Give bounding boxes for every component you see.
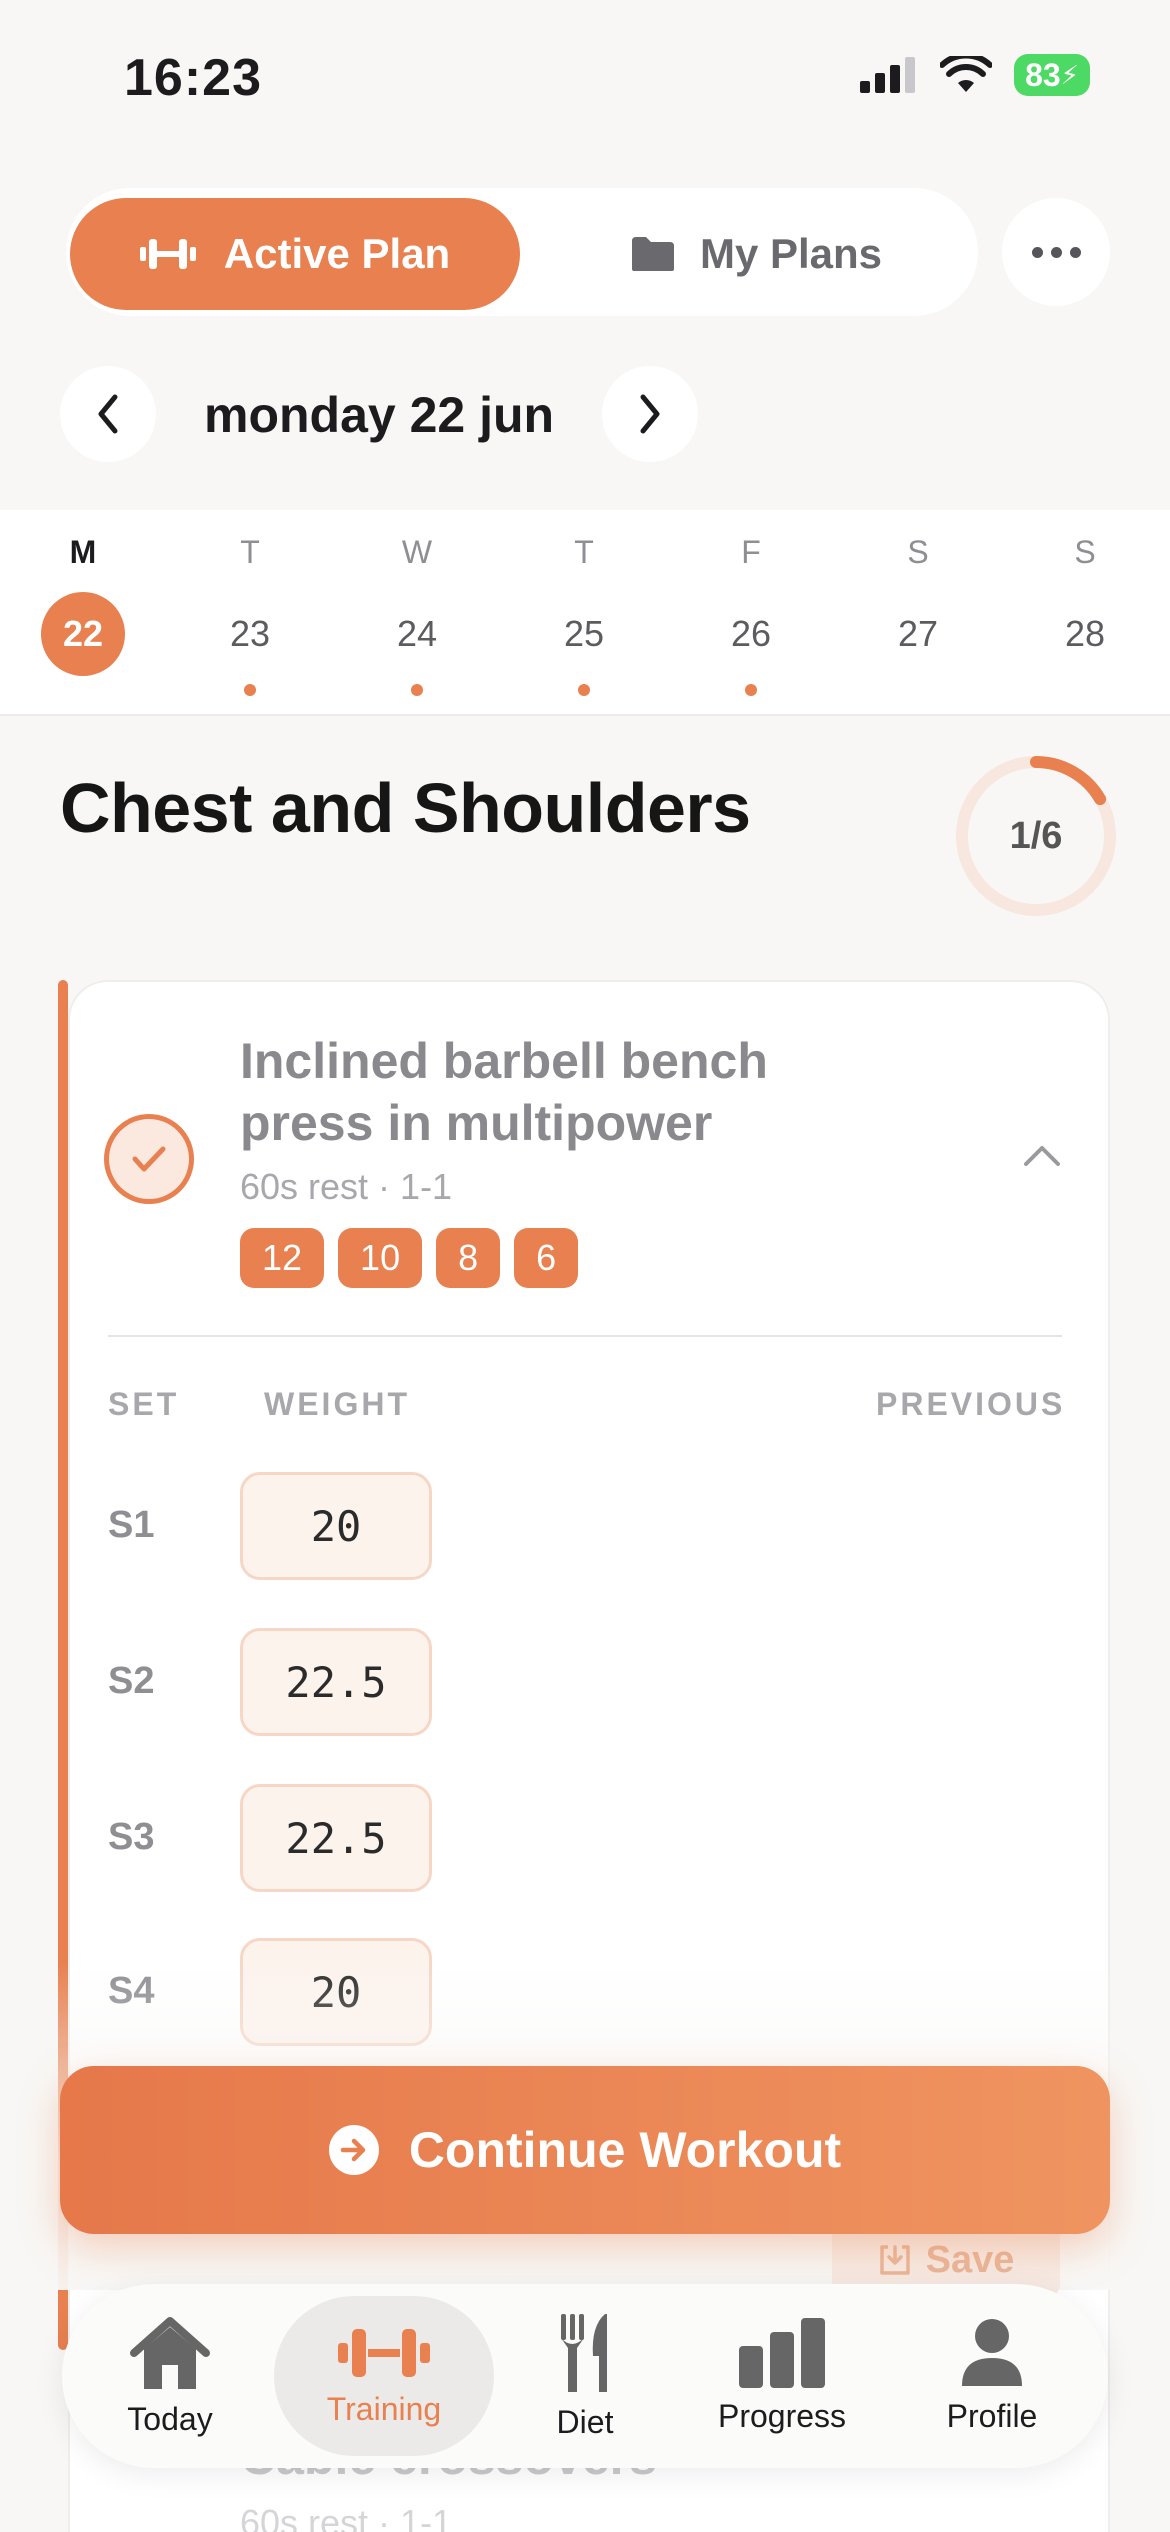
weight-input[interactable]: 20 [240, 1472, 432, 1580]
active-plan-tab[interactable]: Active Plan [70, 198, 520, 310]
set-label: S1 [108, 1504, 155, 1546]
plan-segmented-control: Active Plan My Plans [66, 188, 978, 316]
column-header-previous: PREVIOUS [876, 1386, 1066, 1422]
person-icon [962, 2318, 1022, 2386]
battery-level: 83 [1025, 56, 1061, 93]
house-icon [130, 2316, 210, 2389]
weight-input[interactable]: 22.5 [240, 1628, 432, 1736]
tab-label: Profile [946, 2397, 1038, 2434]
column-header-weight: WEIGHT [264, 1386, 410, 1422]
date-title: monday 22 jun [204, 387, 555, 443]
exercise-meta: 60s rest · 1-1 [240, 1166, 453, 1207]
dumbbell-icon [139, 239, 196, 269]
day-27[interactable]: S 27 [858, 510, 978, 676]
my-plans-label: My Plans [699, 230, 883, 277]
rep-chip: 12 [240, 1228, 325, 1288]
column-header-set: SET [108, 1386, 180, 1422]
day-number: 28 [1064, 613, 1106, 654]
set-label: S3 [108, 1816, 155, 1858]
rep-chip: 8 [436, 1228, 501, 1288]
day-letter: T [574, 534, 594, 570]
wifi-icon [940, 56, 992, 92]
day-letter: S [1074, 534, 1096, 570]
chevron-left-icon [98, 394, 118, 434]
day-letter: W [401, 534, 433, 570]
tab-label: Progress [717, 2397, 847, 2434]
card-divider [108, 1335, 1062, 1337]
day-22[interactable]: M 22 [23, 510, 143, 676]
day-number: 23 [229, 613, 271, 654]
tab-label: Diet [556, 2403, 614, 2440]
continue-workout-label: Continue Workout [408, 2122, 842, 2178]
day-number: 26 [730, 613, 772, 654]
workout-dot [745, 684, 757, 696]
checkmark-icon [132, 1146, 166, 1172]
next-exercise-meta: 60s rest · 1-1 [240, 2502, 453, 2532]
workout-progress-text: 1/6 [1009, 814, 1063, 857]
next-day-button[interactable] [602, 366, 698, 462]
day-28[interactable]: S 28 [1025, 510, 1145, 676]
day-25[interactable]: T 25 [524, 510, 644, 696]
tab-label: Today [127, 2400, 213, 2437]
day-number: 24 [396, 613, 438, 654]
day-26[interactable]: F 26 [691, 510, 811, 696]
rep-chip: 10 [338, 1228, 423, 1288]
workout-title: Chest and Shoulders [60, 769, 751, 847]
more-icon [1031, 246, 1081, 258]
day-24[interactable]: W 24 [357, 510, 477, 696]
chevron-right-icon [640, 394, 660, 434]
active-plan-label: Active Plan [223, 230, 451, 277]
continue-workout-button[interactable]: Continue Workout [60, 2066, 1110, 2234]
collapse-exercise-button[interactable] [1022, 1142, 1062, 1173]
week-strip: M 22 T 23 W 24 T 25 F 26 S 27 S 28 [0, 510, 1170, 716]
day-letter: T [240, 534, 260, 570]
workout-dot [578, 684, 590, 696]
workout-dot [411, 684, 423, 696]
day-number: 22 [41, 592, 125, 676]
chevron-up-icon [1024, 1146, 1060, 1166]
day-letter: S [907, 534, 929, 570]
exercise-name: Inclined barbell bench press in multipow… [240, 1033, 768, 1151]
save-label: Save [925, 2238, 1015, 2281]
weight-input[interactable]: 22.5 [240, 1784, 432, 1892]
day-number: 25 [563, 613, 605, 654]
tab-today[interactable]: Today [90, 2284, 250, 2468]
more-options-button[interactable] [1002, 198, 1110, 306]
save-icon [879, 2245, 910, 2275]
day-letter: M [69, 534, 97, 570]
tab-bar: Today Training Diet Progress Profile [62, 2284, 1108, 2468]
rep-chip: 6 [514, 1228, 579, 1288]
tab-training[interactable]: Training [274, 2296, 494, 2456]
tab-profile[interactable]: Profile [902, 2284, 1082, 2468]
day-23[interactable]: T 23 [190, 510, 310, 696]
bar-chart-icon [739, 2317, 825, 2388]
status-icons: 83 ⚡ [860, 54, 1090, 96]
arrow-right-circle-icon [328, 2125, 379, 2175]
status-time: 16:23 [124, 49, 262, 107]
signal-icon [860, 57, 915, 93]
tab-label: Training [326, 2390, 442, 2427]
dumbbell-icon [338, 2328, 430, 2377]
workout-dot [244, 684, 256, 696]
fork-knife-icon [561, 2313, 607, 2392]
my-plans-tab[interactable]: My Plans [546, 198, 966, 310]
rep-scheme: 12 10 8 6 [240, 1228, 579, 1288]
previous-day-button[interactable] [60, 366, 156, 462]
folder-icon [631, 237, 674, 271]
exercise-complete-toggle[interactable] [104, 1114, 194, 1204]
set-label: S2 [108, 1660, 155, 1702]
tab-diet[interactable]: Diet [510, 2284, 660, 2468]
tab-progress[interactable]: Progress [682, 2284, 882, 2468]
battery-indicator: 83 ⚡ [1014, 54, 1090, 96]
day-number: 27 [897, 613, 939, 654]
day-letter: F [741, 534, 761, 570]
